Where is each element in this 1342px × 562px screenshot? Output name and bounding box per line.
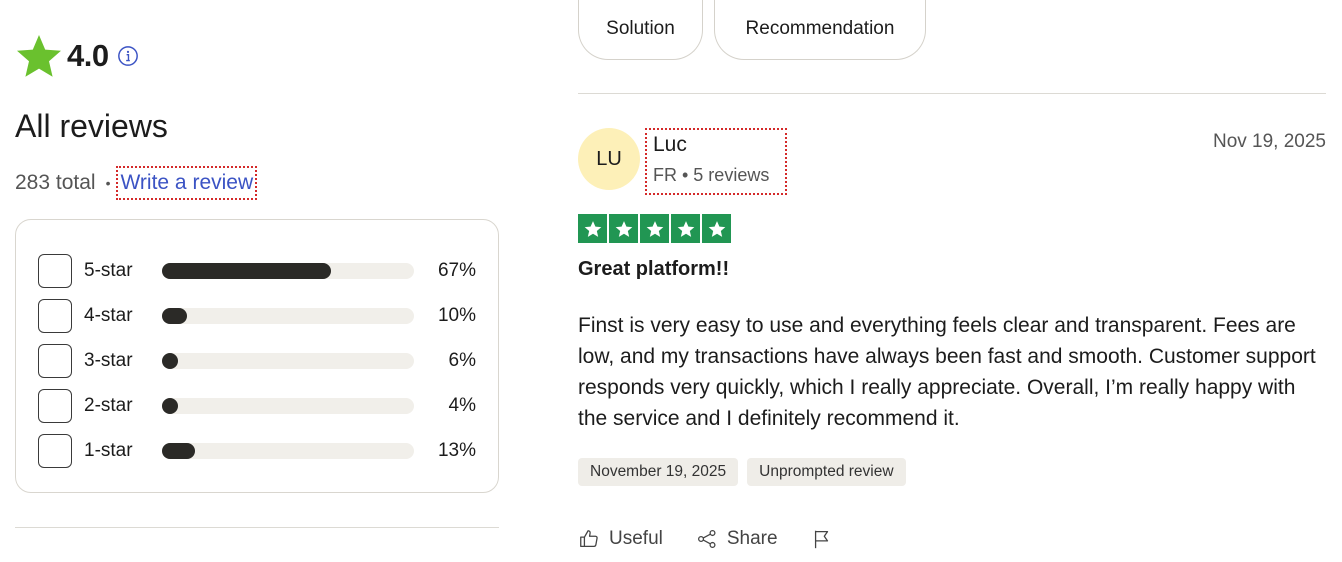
report-button[interactable] [811, 528, 842, 550]
distribution-label: 4-star [84, 304, 133, 326]
distribution-percent: 13% [437, 439, 476, 461]
separator-dot: • [105, 175, 111, 191]
star-filter-checkbox[interactable] [38, 253, 72, 288]
distribution-bar-fill [162, 307, 188, 324]
date-tag: November 19, 2025 [578, 458, 739, 486]
total-count: 283 total [15, 171, 96, 194]
chip-label: Solution [606, 17, 675, 39]
filter-chip-solution[interactable]: Solution [578, 0, 703, 60]
star-filter-checkbox[interactable] [38, 343, 72, 378]
distribution-bar-track [162, 397, 414, 414]
star-icon [640, 214, 669, 243]
all-reviews-heading: All reviews [15, 108, 168, 144]
reviewer-info[interactable]: Luc FR • 5 reviews [645, 128, 787, 195]
distribution-percent: 10% [437, 304, 476, 326]
distribution-bar-fill [162, 352, 178, 369]
star-icon [17, 35, 61, 77]
divider [15, 527, 499, 528]
star-filter-checkbox[interactable] [38, 298, 72, 333]
total-row: 283 total • Write a review [15, 166, 258, 200]
distribution-label: 1-star [84, 439, 133, 461]
share-label: Share [726, 528, 778, 549]
useful-button[interactable]: Useful [578, 528, 663, 550]
rating-value: 4.0 [67, 38, 109, 73]
flag-icon [814, 530, 828, 549]
reviewer-meta: FR • 5 reviews [653, 165, 770, 185]
thumbs-up-icon [580, 530, 598, 547]
distribution-bar-fill [162, 397, 178, 414]
distribution-percent: 4% [448, 394, 476, 416]
distribution-row[interactable]: 1-star 13% [38, 428, 476, 473]
star-filter-checkbox[interactable] [38, 433, 72, 468]
distribution-label: 3-star [84, 349, 133, 371]
share-button[interactable]: Share [696, 528, 778, 550]
review-actions: Useful Share [578, 528, 875, 550]
distribution-bar-fill [162, 262, 331, 279]
distribution-bar-track [162, 307, 414, 324]
avatar[interactable]: LU [578, 128, 640, 190]
star-icon [702, 214, 731, 243]
distribution-percent: 67% [437, 259, 476, 281]
distribution-row[interactable]: 4-star 10% [38, 293, 476, 338]
distribution-bar-fill [162, 442, 195, 459]
review-stars [578, 214, 733, 243]
divider [578, 93, 1326, 94]
distribution-label: 2-star [84, 394, 133, 416]
review-date: Nov 19, 2025 [1212, 131, 1326, 152]
star-icon [609, 214, 638, 243]
filter-chip-recommendation[interactable]: Recommendation [714, 0, 926, 60]
useful-label: Useful [609, 528, 663, 549]
distribution-label: 5-star [84, 259, 133, 281]
share-icon [697, 530, 716, 548]
review-body: Finst is very easy to use and everything… [578, 314, 1316, 430]
info-icon[interactable] [117, 45, 139, 67]
review-tags: November 19, 2025 Unprompted review [578, 458, 915, 486]
distribution-percent: 6% [448, 349, 476, 371]
distribution-row[interactable]: 2-star 4% [38, 383, 476, 428]
star-icon [671, 214, 700, 243]
chip-label: Recommendation [745, 17, 895, 39]
distribution-bar-track [162, 442, 414, 459]
distribution-row[interactable]: 5-star 67% [38, 248, 476, 293]
rating-distribution: 5-star 67% 4-star 10% 3-star 6% 2-star 4% 1-star… [15, 219, 499, 493]
review-title: Great platform!! [578, 258, 730, 280]
star-icon [578, 214, 607, 243]
overall-rating: 4.0 [15, 32, 139, 80]
distribution-bar-track [162, 262, 414, 279]
star-filter-checkbox[interactable] [38, 388, 72, 423]
distribution-bar-track [162, 352, 414, 369]
write-review-link[interactable]: Write a review [116, 166, 258, 200]
reviewer-name[interactable]: Luc [653, 131, 785, 159]
unprompted-tag: Unprompted review [747, 458, 906, 486]
distribution-row[interactable]: 3-star 6% [38, 338, 476, 383]
